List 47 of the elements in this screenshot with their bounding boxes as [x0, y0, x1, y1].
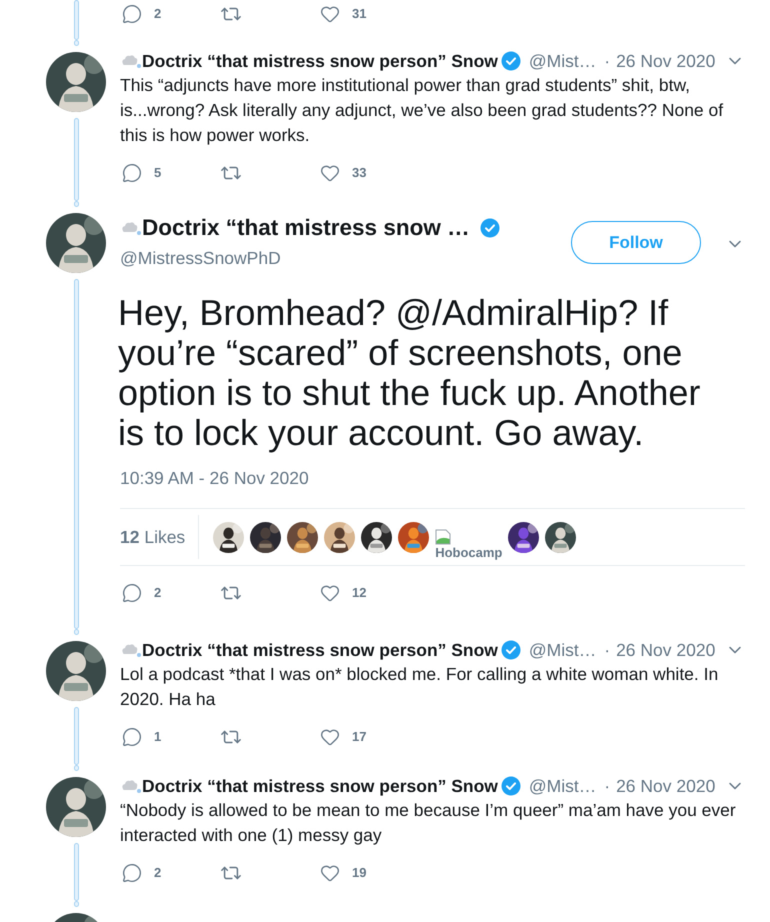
author-name[interactable]: Doctrix “that mistress snow person” Snow: [142, 772, 498, 800]
cloud-icon: [120, 642, 142, 658]
reply-icon[interactable]: [122, 583, 142, 603]
author-name[interactable]: Doctrix “that mistress snow …: [142, 211, 470, 245]
author-handle[interactable]: @Mist…: [528, 636, 596, 664]
reply-count: 2: [154, 584, 162, 602]
image-alt-text: Hobocamp: [435, 544, 502, 560]
reply-icon[interactable]: [122, 863, 142, 883]
author-name[interactable]: Doctrix “that mistress snow person” Snow: [142, 636, 498, 664]
like-count: 31: [352, 5, 366, 24]
tweet-date[interactable]: 26 Nov 2020: [616, 636, 716, 664]
reply-count: 5: [154, 164, 162, 182]
separator-dot: ·: [604, 774, 610, 798]
like-icon[interactable]: [320, 163, 340, 183]
author-handle[interactable]: @Mist…: [528, 772, 596, 800]
like-icon[interactable]: [320, 863, 340, 883]
tweet-text: “Nobody is allowed to be mean to me because I’m queer” ma’am have you ever interacted with one (1) messy gay: [120, 799, 737, 847]
like-count: 17: [352, 728, 366, 746]
cloud-icon: [120, 778, 142, 794]
reply-icon[interactable]: [122, 727, 142, 747]
tweet-date[interactable]: 26 Nov 2020: [616, 772, 716, 800]
like-count: 19: [352, 864, 366, 882]
likes-summary[interactable]: 12 Likes: [120, 524, 198, 550]
like-icon[interactable]: [320, 4, 340, 24]
cloud-icon: [120, 220, 142, 236]
reply-icon[interactable]: [122, 163, 142, 183]
like-icon[interactable]: [320, 583, 340, 603]
separator-dot: ·: [604, 50, 610, 73]
follow-button[interactable]: Follow: [571, 221, 701, 264]
broken-image-icon: [435, 528, 452, 544]
like-icon[interactable]: [320, 727, 340, 747]
tweet-text: This “adjuncts have more institutional power than grad students” shit, btw, is...wrong? Ask literally any adjunct, we’ve also been grad students?? None of this is how power works.: [120, 74, 724, 147]
tweet-date[interactable]: 26 Nov 2020: [616, 48, 716, 74]
reply-count: 2: [154, 864, 162, 882]
author-handle[interactable]: @Mist…: [528, 48, 596, 74]
tweet-text: Hey, Bromhead? @/AdmiralHip? If you’re “scared” of screenshots, one option is to shut the fuck up. Another is to lock your account. Go away.: [118, 293, 702, 453]
reply-count: 1: [154, 728, 162, 746]
like-count: 12: [352, 584, 366, 602]
like-count: 33: [352, 164, 366, 182]
cloud-icon: [120, 53, 142, 69]
reply-count: 2: [154, 5, 162, 24]
separator-dot: ·: [604, 638, 610, 662]
tweet-timestamp[interactable]: 10:39 AM - 26 Nov 2020: [120, 467, 309, 489]
reply-icon[interactable]: [122, 4, 142, 24]
tweet-text: Lol a podcast *that I was on* blocked me. For calling a white woman white. In 2020. Ha ha: [120, 663, 720, 711]
author-name[interactable]: Doctrix “that mistress snow person” Snow: [142, 48, 498, 74]
author-handle[interactable]: @MistressSnowPhD: [120, 247, 281, 269]
